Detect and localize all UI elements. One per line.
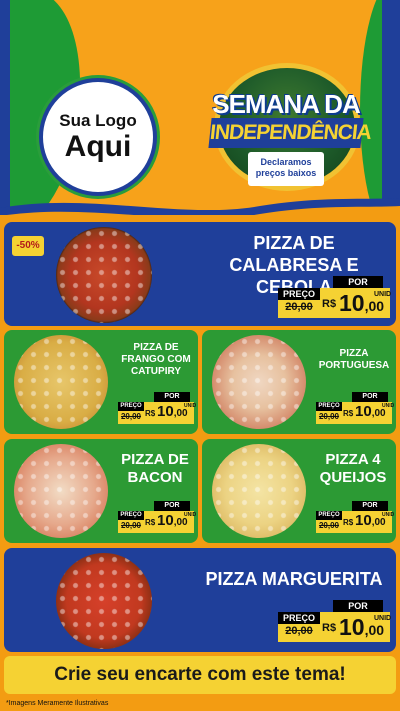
seal-subtitle: INDEPENDÊNCIA (208, 118, 372, 148)
old-price: 20,00 (285, 301, 313, 313)
price-dec: ,00 (364, 298, 385, 314)
currency: R$ (322, 622, 337, 634)
unit-label: UNID (382, 512, 395, 518)
price-int: 10 (355, 512, 372, 529)
price-tag: POR PREÇO 20,00 R$ 10,00 UNID (118, 501, 197, 535)
por-label: POR (352, 392, 388, 402)
pizza-image (212, 335, 306, 429)
product-name: PIZZA DE FRANGO COM CATUPIRY (121, 342, 191, 377)
cta-banner[interactable]: Crie seu encarte com este tema! (4, 656, 396, 694)
product-card-frango[interactable]: PIZZA DE FRANGO COM CATUPIRY POR PREÇO 2… (4, 330, 198, 434)
header-banner: Sua Logo Aqui SEMANA DA INDEPENDÊNCIA De… (0, 0, 400, 215)
price-value: 10,00 (355, 512, 386, 529)
old-price: 20,00 (285, 625, 313, 637)
currency: R$ (145, 518, 156, 527)
unit-label: UNID (374, 291, 392, 298)
price-int: 10 (157, 512, 174, 529)
price-dec: ,00 (364, 622, 385, 638)
header-wave (0, 198, 400, 215)
pizza-image (56, 227, 152, 323)
price-dec: ,00 (173, 517, 188, 528)
product-card-bacon[interactable]: PIZZA DE BACON POR PREÇO 20,00 R$ 10,00 … (4, 439, 198, 543)
pizza-image (212, 444, 306, 538)
unit-label: UNID (184, 512, 197, 518)
preco-label: PREÇO (316, 511, 342, 520)
logo-text-line1: Sua Logo (59, 111, 137, 130)
por-label: POR (333, 600, 383, 612)
price-tag: POR PREÇO 20,00 R$ 10,00 UNID (118, 392, 197, 426)
price-tag: POR PREÇO 20,00 R$ 10,00 UNID (278, 600, 396, 646)
product-name: PIZZA MARGUERITA (205, 569, 383, 589)
price-int: 10 (339, 290, 365, 316)
price-int: 10 (157, 403, 174, 420)
por-label: POR (333, 276, 383, 288)
preco-label: PREÇO (118, 402, 144, 411)
price-dec: ,00 (371, 517, 386, 528)
por-label: POR (352, 501, 388, 511)
currency: R$ (322, 298, 337, 310)
header-decoration (382, 0, 400, 215)
product-card-marguerita[interactable]: PIZZA MARGUERITA POR PREÇO 20,00 R$ 10,0… (4, 548, 396, 652)
preco-label: PREÇO (278, 288, 320, 300)
currency: R$ (145, 409, 156, 418)
product-name: PIZZA 4 QUEIJOS (319, 451, 387, 486)
price-tag: POR PREÇO 20,00 R$ 10,00 UNID (278, 276, 396, 322)
disclaimer-text: *Imagens Meramente Ilustrativas (0, 696, 400, 711)
price-tag: POR PREÇO 20,00 R$ 10,00 UNID (316, 501, 395, 535)
product-card-portuguesa[interactable]: PIZZA PORTUGUESA POR PREÇO 20,00 R$ 10,0… (202, 330, 396, 434)
currency: R$ (343, 518, 354, 527)
price-tag: POR PREÇO 20,00 R$ 10,00 UNID (316, 392, 395, 426)
price-dec: ,00 (173, 408, 188, 419)
por-label: POR (154, 392, 190, 402)
price-int: 10 (339, 614, 365, 640)
pizza-image (14, 335, 108, 429)
product-name: PIZZA DE BACON (121, 451, 189, 486)
product-card-calabresa[interactable]: -50% PIZZA DE CALABRESA E CEBOLA POR PRE… (4, 222, 396, 326)
price-int: 10 (355, 403, 372, 420)
seal-tagline: Declaramos preços baixos (248, 152, 324, 186)
preco-label: PREÇO (118, 511, 144, 520)
preco-label: PREÇO (278, 612, 320, 624)
logo-placeholder[interactable]: Sua Logo Aqui (39, 78, 157, 196)
old-price: 20,00 (120, 521, 142, 530)
price-value: 10,00 (157, 512, 188, 529)
old-price: 20,00 (120, 412, 142, 421)
pizza-image (14, 444, 108, 538)
campaign-seal: SEMANA DA INDEPENDÊNCIA Declaramos preço… (206, 63, 372, 193)
header-decoration (0, 0, 10, 215)
currency: R$ (343, 409, 354, 418)
old-price: 20,00 (318, 412, 340, 421)
seal-title: SEMANA DA (212, 89, 360, 119)
discount-badge: -50% (12, 236, 44, 256)
preco-label: PREÇO (316, 402, 342, 411)
price-dec: ,00 (371, 408, 386, 419)
price-value: 10,00 (355, 403, 386, 420)
old-price: 20,00 (318, 521, 340, 530)
unit-label: UNID (374, 615, 392, 622)
por-label: POR (154, 501, 190, 511)
pizza-image (56, 553, 152, 649)
product-name: PIZZA PORTUGUESA (318, 348, 390, 371)
unit-label: UNID (184, 403, 197, 409)
logo-text-line2: Aqui (64, 130, 132, 163)
product-card-4-queijos[interactable]: PIZZA 4 QUEIJOS POR PREÇO 20,00 R$ 10,00… (202, 439, 396, 543)
price-value: 10,00 (157, 403, 188, 420)
unit-label: UNID (382, 403, 395, 409)
